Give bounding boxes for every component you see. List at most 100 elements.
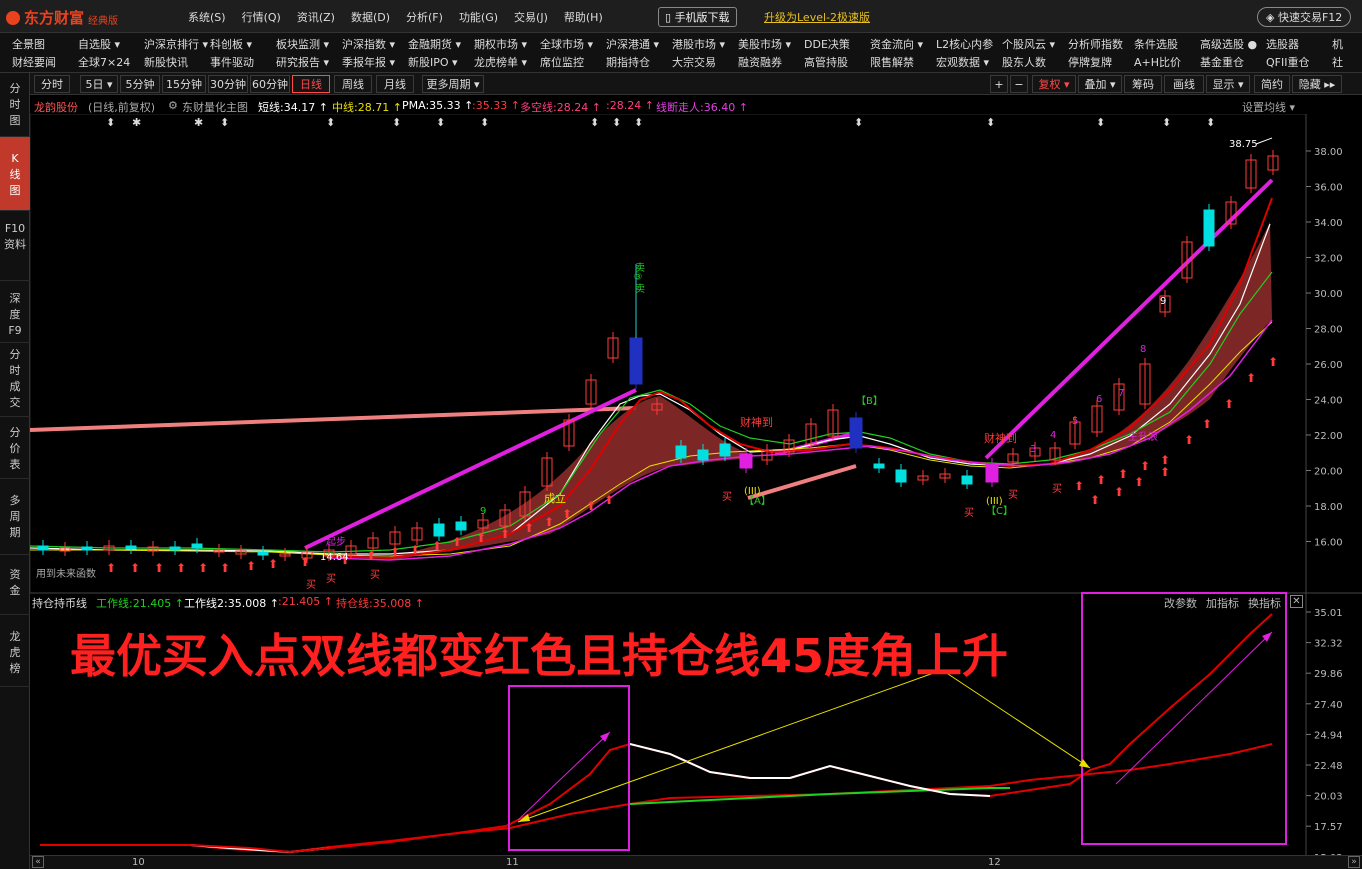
nav-row2-item-7[interactable]: 龙虎榜单 ▾ xyxy=(474,54,540,72)
nav-row1-item-13[interactable]: 资金流向 ▾ xyxy=(870,36,936,54)
nav-row2-item-3[interactable]: 事件驱动 xyxy=(210,54,276,72)
period-tab-more[interactable]: 更多周期 ▾ xyxy=(422,75,484,93)
period-tab-weekly[interactable]: 周线 xyxy=(334,75,372,93)
nav-row2-item-8[interactable]: 席位监控 xyxy=(540,54,606,72)
gear-icon[interactable]: ⚙ xyxy=(168,99,178,112)
menu-system[interactable]: 系统(S) xyxy=(188,9,226,25)
nav-row1-item-8[interactable]: 全球市场 ▾ xyxy=(540,36,606,54)
nav-row2-item-15[interactable]: 股东人数 xyxy=(1002,54,1068,72)
nav-row2-item-13[interactable]: 限售解禁 xyxy=(870,54,936,72)
tab-f10[interactable]: F10资料 xyxy=(0,211,30,281)
switch-indicator-button[interactable]: 换指标 xyxy=(1248,595,1281,611)
scroll-right-icon[interactable]: » xyxy=(1348,856,1360,868)
add-indicator-button[interactable]: 加指标 xyxy=(1206,595,1239,611)
nav-row1-item-10[interactable]: 港股市场 ▾ xyxy=(672,36,738,54)
nav-row2-item-0[interactable]: 财经要闻 xyxy=(12,54,78,72)
period-tab-5min[interactable]: 5分钟 xyxy=(120,75,160,93)
ma-settings-dropdown[interactable]: 设置均线 ▾ xyxy=(1242,99,1295,115)
nav-row1-item-19[interactable]: 选股器 xyxy=(1266,36,1332,54)
indicator-template[interactable]: 东财量化主图 xyxy=(182,99,248,115)
simple-button[interactable]: 简约 xyxy=(1254,75,1290,93)
app-logo[interactable]: 东方财富 经典版 xyxy=(6,7,118,28)
nav-row2-item-16[interactable]: 停牌复牌 xyxy=(1068,54,1134,72)
nav-row2-item-10[interactable]: 大宗交易 xyxy=(672,54,738,72)
period-tab-30min[interactable]: 30分钟 xyxy=(208,75,248,93)
nav-row1-item-14[interactable]: L2核心内参 xyxy=(936,36,1002,54)
nav-row1-item-18[interactable]: 高级选股 ● xyxy=(1200,36,1266,54)
nav-row1-item-20[interactable]: 机 xyxy=(1332,36,1362,54)
tab-price-table[interactable]: 分价表 xyxy=(0,417,30,479)
nav-row2-item-20[interactable]: 社 xyxy=(1332,54,1362,72)
nav-row2-item-4[interactable]: 研究报告 ▾ xyxy=(276,54,342,72)
hide-button[interactable]: 隐藏 ▸▸ xyxy=(1292,75,1342,93)
overlay-dropdown[interactable]: 叠加 ▾ xyxy=(1078,75,1122,93)
menu-data[interactable]: 数据(D) xyxy=(351,9,390,25)
tab-depth-f9[interactable]: 深度F9 xyxy=(0,281,30,343)
sub-indicator-name[interactable]: 持仓持币线 xyxy=(32,595,87,611)
scroll-left-icon[interactable]: « xyxy=(32,856,44,868)
quick-trade-button[interactable]: ◈ 快速交易F12 xyxy=(1257,7,1352,27)
change-params-button[interactable]: 改参数 xyxy=(1164,595,1197,611)
menu-analysis[interactable]: 分析(F) xyxy=(406,9,443,25)
zoom-in-button[interactable]: + xyxy=(990,75,1008,93)
nav-row2-item-17[interactable]: A+H比价 xyxy=(1134,54,1200,72)
nav-row1-item-3[interactable]: 科创板 ▾ xyxy=(210,36,276,54)
mobile-download-button[interactable]: ▯ 手机版下载 xyxy=(658,7,737,27)
kline-chart[interactable]: 38.00 36.00 34.00 32.00 30.00 28.00 26.00 24.00… xyxy=(30,114,1362,855)
nav-row1-item-5[interactable]: 沪深指数 ▾ xyxy=(342,36,408,54)
nav-row1-item-4[interactable]: 板块监测 ▾ xyxy=(276,36,342,54)
period-tab-15min[interactable]: 15分钟 xyxy=(162,75,206,93)
nav-row2-item-14[interactable]: 宏观数据 ▾ xyxy=(936,54,1002,72)
period-tab-monthly[interactable]: 月线 xyxy=(376,75,414,93)
adjust-dropdown[interactable]: 复权 ▾ xyxy=(1032,75,1076,93)
price-tick-label: 16.00 xyxy=(1314,538,1343,549)
nav-row1-item-15[interactable]: 个股风云 ▾ xyxy=(1002,36,1068,54)
tab-dragon-tiger[interactable]: 龙虎榜 xyxy=(0,615,30,687)
nav-row2-item-9[interactable]: 期指持仓 xyxy=(606,54,672,72)
period-tab-60min[interactable]: 60分钟 xyxy=(250,75,290,93)
upgrade-link[interactable]: 升级为Level-2极速版 xyxy=(764,9,870,25)
price-tick-label: 36.00 xyxy=(1314,183,1343,194)
menu-quotes[interactable]: 行情(Q) xyxy=(242,9,281,25)
nav-row1-item-2[interactable]: 沪深京排行 ▾ xyxy=(144,36,210,54)
nav-row2-item-2[interactable]: 新股快讯 xyxy=(144,54,210,72)
menu-help[interactable]: 帮助(H) xyxy=(564,9,603,25)
nav-row2-item-5[interactable]: 季报年报 ▾ xyxy=(342,54,408,72)
period-tab-daily[interactable]: 日线 xyxy=(292,75,330,93)
future-function-note: 用到未来函数 xyxy=(36,567,96,580)
nav-row2-item-18[interactable]: 基金重仓 xyxy=(1200,54,1266,72)
nav-row1-item-16[interactable]: 分析师指数 xyxy=(1068,36,1134,54)
menu-news[interactable]: 资讯(Z) xyxy=(297,9,335,25)
nav-row1-item-1[interactable]: 自选股 ▾ xyxy=(78,36,144,54)
tab-timeshare[interactable]: 分时图 xyxy=(0,73,30,137)
tab-kline[interactable]: K线图 xyxy=(0,137,30,211)
zoom-out-button[interactable]: − xyxy=(1010,75,1028,93)
chips-button[interactable]: 筹码 xyxy=(1124,75,1162,93)
menu-trade[interactable]: 交易(J) xyxy=(514,9,548,25)
pointer-line-right-head xyxy=(1079,759,1090,768)
nav-row2-item-1[interactable]: 全球7×24 xyxy=(78,54,144,72)
nav-row1-item-9[interactable]: 沪深港通 ▾ xyxy=(606,36,672,54)
nav-row1-item-11[interactable]: 美股市场 ▾ xyxy=(738,36,804,54)
tab-multi-period[interactable]: 多周期 xyxy=(0,479,30,555)
nav-row2-item-12[interactable]: 高管持股 xyxy=(804,54,870,72)
td-count-6: 6 xyxy=(1096,394,1102,405)
menu-functions[interactable]: 功能(G) xyxy=(459,9,498,25)
nav-row2-item-19[interactable]: QFII重仓 xyxy=(1266,54,1332,72)
tab-trades[interactable]: 分时成交 xyxy=(0,343,30,417)
period-tab-5day[interactable]: 5日 ▾ xyxy=(80,75,118,93)
nav-row1-item-6[interactable]: 金融期货 ▾ xyxy=(408,36,474,54)
tab-funds[interactable]: 资金 xyxy=(0,555,30,615)
nav-row1-item-17[interactable]: 条件选股 xyxy=(1134,36,1200,54)
nav-row1-item-12[interactable]: DDE决策 xyxy=(804,36,870,54)
arrow-up-2 xyxy=(1115,631,1273,785)
display-dropdown[interactable]: 显示 ▾ xyxy=(1206,75,1250,93)
close-icon[interactable]: ✕ xyxy=(1290,595,1303,608)
stock-name[interactable]: 龙韵股份 xyxy=(34,99,78,115)
nav-row2-item-11[interactable]: 融资融券 xyxy=(738,54,804,72)
draw-line-button[interactable]: 画线 xyxy=(1164,75,1204,93)
nav-row1-item-7[interactable]: 期权市场 ▾ xyxy=(474,36,540,54)
nav-row1-item-0[interactable]: 全景图 xyxy=(12,36,78,54)
nav-row2-item-6[interactable]: 新股IPO ▾ xyxy=(408,54,474,72)
period-tab-timeshare[interactable]: 分时 xyxy=(34,75,70,93)
